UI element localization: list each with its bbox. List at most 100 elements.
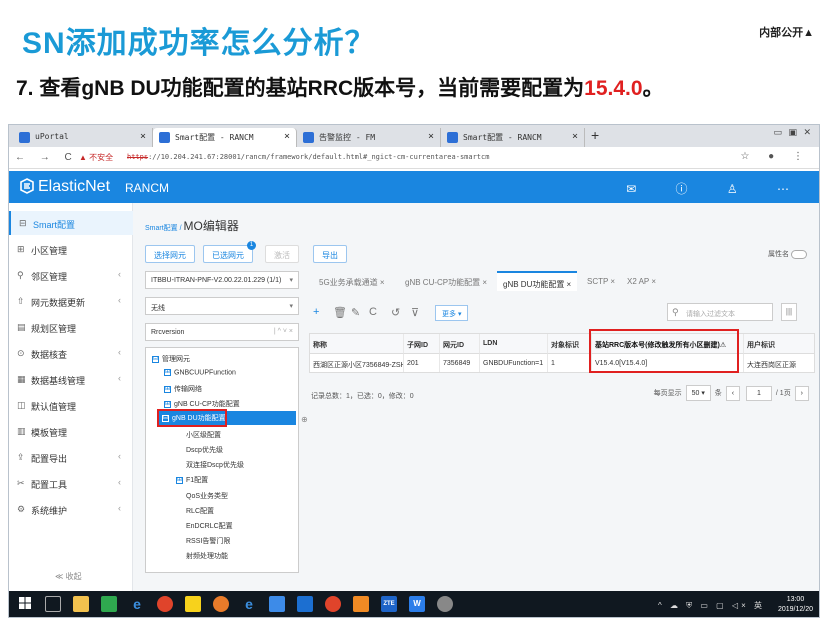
activate-button[interactable]: 激活 (265, 245, 299, 263)
word-icon[interactable]: W (409, 596, 425, 612)
app-icon[interactable] (353, 596, 369, 612)
browser-tab-smart-config-2[interactable]: Smart配置 - RANCM × (441, 128, 585, 147)
expand-icon[interactable]: ⊞ (164, 385, 171, 393)
tree-node[interactable]: ⊞ gNB CU-CP功能配置 (164, 399, 240, 409)
edit-icon[interactable]: ✎ (351, 306, 360, 319)
columns-button[interactable]: ||| (781, 303, 797, 321)
table-cell[interactable]: 西湖区正源小区7356849-ZSH (310, 354, 404, 372)
close-icon[interactable]: × (284, 131, 290, 142)
new-tab-button[interactable]: + (591, 127, 599, 143)
nav-buttons[interactable]: ← → C (15, 152, 78, 163)
sidebar-item-data-check[interactable]: ⊙ 数据核查 ‹ (9, 341, 133, 365)
table-cell[interactable]: 201 (404, 354, 440, 372)
filter-icon[interactable]: ⊽ (411, 306, 419, 319)
table-cell[interactable]: 7356849 (440, 354, 480, 372)
sidebar-item-plan-area[interactable]: ▤ 规划区管理 (9, 315, 133, 339)
tree-node[interactable]: 小区级配置 (186, 430, 221, 440)
table-cell[interactable]: 1 (548, 354, 592, 372)
col-header[interactable]: 对象标识 (548, 334, 592, 354)
task-view-icon[interactable] (45, 596, 61, 612)
col-header[interactable]: 子网ID (404, 334, 440, 354)
col-header[interactable]: 网元ID (440, 334, 480, 354)
delete-icon[interactable]: 🗑 (333, 306, 347, 319)
tree-node[interactable]: ⊞ F1配置 (176, 475, 208, 485)
refresh-icon[interactable]: C (369, 306, 377, 318)
security-warning[interactable]: ▲ 不安全 (79, 152, 113, 163)
export-button[interactable]: 导出 (313, 245, 347, 263)
search-controls[interactable]: | ^ ˅ × (274, 328, 293, 335)
sidebar-collapse-button[interactable]: ≪ 收起 (55, 571, 82, 582)
close-icon[interactable]: × (572, 131, 578, 142)
sidebar-item-defaults[interactable]: ◫ 默认值管理 (9, 393, 133, 417)
shield-icon[interactable] (297, 596, 313, 612)
select-ne-button[interactable]: 选择网元 (145, 245, 195, 263)
close-icon[interactable]: × (140, 131, 146, 142)
sidebar-item-smart-config[interactable]: ⊟ Smart配置 (9, 211, 133, 235)
page-input[interactable]: 1 (746, 386, 772, 401)
per-page-select[interactable]: 50 ▾ (685, 385, 711, 401)
ie-icon[interactable]: e (129, 596, 145, 612)
ne-select[interactable]: ITBBU-ITRAN-PNF-V2.00.22.01.229 (1/1) ▾ (145, 271, 299, 289)
chrome-icon[interactable] (157, 596, 173, 612)
panel-splitter-icon[interactable]: ⊕ (301, 415, 308, 424)
filter-select[interactable]: 无线 ▾ (145, 297, 299, 315)
tree-node[interactable]: 射频处理功能 (186, 551, 228, 561)
header-icons[interactable]: ✉ ⓘ ♙ ⋯ (626, 180, 807, 197)
expand-icon[interactable]: ⊞ (164, 369, 171, 376)
tree-node[interactable]: Dscp优先级 (186, 445, 223, 455)
object-tab[interactable]: 5G业务承载通道 × (313, 271, 391, 291)
table-cell[interactable]: GNBDUFunction=1 (480, 354, 548, 372)
tree-node[interactable]: 双连接Dscp优先级 (186, 460, 244, 470)
ie-icon[interactable]: e (241, 596, 257, 612)
undo-icon[interactable]: ↺ (391, 306, 400, 319)
tree-node[interactable]: ⊞ 传输网络 (164, 384, 202, 394)
tree-node[interactable]: ⊟ 管理网元 (152, 354, 190, 364)
chrome-icon[interactable] (325, 596, 341, 612)
tree-node[interactable]: EnDCRLC配置 (186, 521, 233, 531)
url-field[interactable]: https://10.204.241.67:28001/rancm/framew… (127, 153, 489, 161)
selected-ne-button[interactable]: 已选网元 1 (203, 241, 256, 263)
next-page-button[interactable]: › (794, 386, 809, 401)
file-explorer-icon[interactable] (73, 596, 89, 612)
col-header[interactable]: 用户标识 (744, 334, 814, 354)
app-icon[interactable] (437, 596, 453, 612)
prev-page-button[interactable]: ‹ (725, 386, 741, 401)
window-controls[interactable]: ▭ ▣ ✕ (773, 127, 813, 138)
tree-node[interactable]: RSSI告警门限 (186, 536, 230, 546)
tree-node[interactable]: QoS业务类型 (186, 491, 228, 501)
zte-icon[interactable]: ZTE (381, 596, 397, 612)
windows-start-icon[interactable] (17, 596, 33, 612)
system-tray[interactable]: ^ ☁ ⛨ ▭ ▢ ◁× 英 (658, 600, 765, 611)
sidebar-item-ne-update[interactable]: ⇧ 网元数据更新 ‹ (9, 289, 133, 313)
browser-menu-icons[interactable]: ☆ ● ⋮ (740, 151, 811, 162)
app-icon[interactable] (101, 596, 117, 612)
sidebar-item-neighbor[interactable]: ⚲ 邻区管理 ‹ (9, 263, 133, 287)
add-icon[interactable]: + (313, 306, 319, 318)
sidebar-item-tools[interactable]: ✂ 配置工具 ‹ (9, 471, 133, 495)
sidebar-item-templates[interactable]: ▥ 模板管理 (9, 419, 133, 443)
expand-icon[interactable]: ⊟ (152, 355, 159, 363)
object-tab[interactable]: SCTP × (581, 271, 621, 291)
expand-icon[interactable]: ⊞ (164, 400, 171, 408)
attr-name-toggle[interactable]: 属性名 (768, 249, 807, 259)
toggle-switch[interactable] (791, 249, 807, 259)
col-header[interactable]: LDN (480, 334, 548, 354)
browser-tab-alarm[interactable]: 告警监控 - FM × (297, 128, 441, 147)
table-cell[interactable]: 大连西岗区正源 (744, 354, 814, 372)
browser-tab-uportal[interactable]: uPortal × (13, 128, 153, 147)
tree-search-input[interactable]: Rrcversion | ^ ˅ × (145, 323, 299, 341)
object-tab[interactable]: gNB CU-CP功能配置 × (399, 271, 493, 291)
app-icon[interactable] (213, 596, 229, 612)
close-icon[interactable]: × (428, 131, 434, 142)
clock[interactable]: 13:00 2019/12/20 (778, 595, 813, 615)
app-icon[interactable] (185, 596, 201, 612)
sidebar-item-baseline[interactable]: ▦ 数据基线管理 ‹ (9, 367, 133, 391)
object-tab[interactable]: X2 AP × (621, 271, 662, 291)
breadcrumb-parent[interactable]: Smart配置 (145, 225, 178, 232)
browser-tab-smart-config[interactable]: Smart配置 - RANCM × (153, 128, 297, 147)
app-icon[interactable] (269, 596, 285, 612)
sidebar-item-maintenance[interactable]: ⚙ 系统维护 ‹ (9, 497, 133, 521)
expand-icon[interactable]: ⊞ (176, 476, 183, 484)
filter-input[interactable]: ⚲ 请输入过滤文本 (667, 303, 773, 321)
col-header[interactable]: 称称 (310, 334, 404, 354)
